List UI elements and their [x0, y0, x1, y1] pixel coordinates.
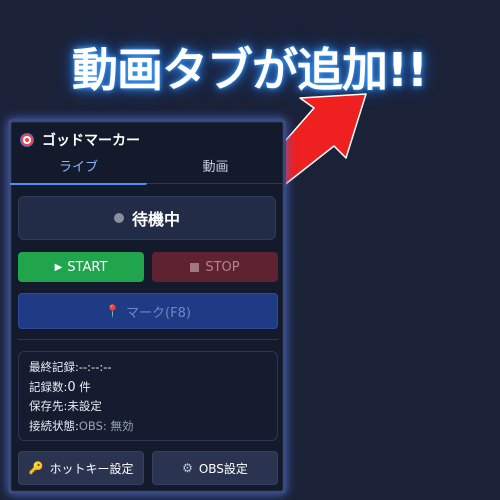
- obs-settings-button[interactable]: ⚙ OBS設定: [152, 451, 278, 485]
- info-record-count: 記録数:0 件: [29, 379, 91, 395]
- start-button[interactable]: ▶ START: [18, 252, 144, 282]
- start-button-label: START: [67, 259, 108, 275]
- info-last-record: 最終記録:--:--:--: [29, 360, 112, 374]
- key-icon: 🔑: [28, 461, 44, 475]
- pin-icon: 📍: [105, 304, 121, 318]
- hotkey-settings-button[interactable]: 🔑 ホットキー設定: [18, 451, 144, 485]
- gear-icon: ⚙: [182, 461, 193, 475]
- app-panel: ゴッドマーカー ライブ 動画 待機中 ▶ START STOP 📍 マーク(F8…: [8, 119, 286, 494]
- stop-button-label: STOP: [205, 259, 240, 275]
- status-text: 待機中: [131, 210, 180, 229]
- status-dot-icon: [113, 213, 124, 223]
- info-connection-status: 接続状態:OBS: 無効: [29, 418, 134, 433]
- status-display: 待機中: [18, 196, 276, 240]
- target-icon: [20, 133, 34, 147]
- obs-settings-label: OBS設定: [198, 461, 248, 476]
- hotkey-settings-label: ホットキー設定: [49, 461, 134, 476]
- stop-button[interactable]: STOP: [152, 252, 278, 282]
- mark-button[interactable]: 📍 マーク(F8): [18, 293, 278, 329]
- tab-bar: ライブ 動画: [10, 153, 284, 185]
- tab-video[interactable]: 動画: [147, 153, 284, 183]
- tab-live[interactable]: ライブ: [10, 153, 147, 185]
- app-title: ゴッドマーカー: [42, 133, 140, 149]
- info-save-location: 保存先:未設定: [29, 399, 102, 413]
- mark-button-label: マーク(F8): [126, 305, 191, 321]
- divider: [18, 339, 278, 340]
- play-icon: ▶: [54, 261, 63, 273]
- stop-square-icon: [190, 262, 200, 272]
- app-title-bar: ゴッドマーカー: [20, 130, 140, 150]
- info-panel: 最終記録:--:--:-- 記録数:0 件 保存先:未設定 接続状態:OBS: …: [18, 351, 278, 441]
- headline-banner: 動画タブが追加!!: [72, 43, 428, 97]
